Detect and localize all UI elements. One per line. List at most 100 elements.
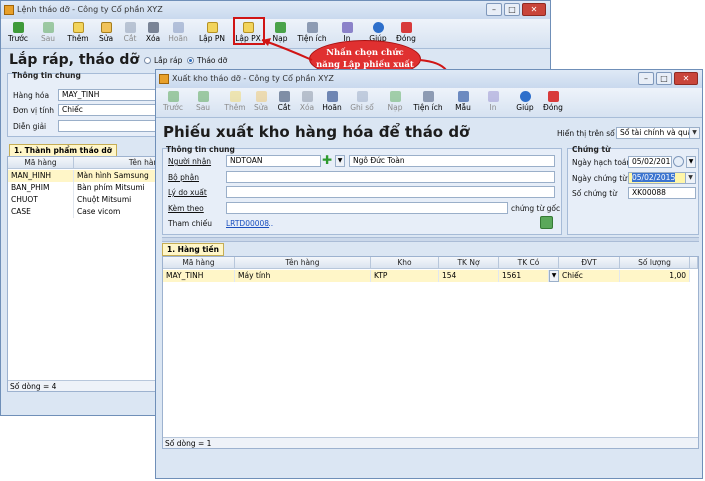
load-button[interactable]: Nạp <box>265 21 295 47</box>
back-window-title: Lệnh tháo dỡ - Công ty Cổ phần XYZ <box>17 5 163 14</box>
radio-assemble[interactable] <box>144 57 151 64</box>
reference-more-link[interactable]: ... <box>266 219 273 228</box>
front-window-titlebar: Xuất kho tháo dỡ - Công ty Cổ phần XYZ –… <box>156 70 702 88</box>
ledger-label: Hiển thị trên sổ <box>557 129 615 138</box>
attach-file-icon[interactable] <box>540 216 553 229</box>
close-button[interactable]: ✕ <box>674 72 698 85</box>
utilities-button[interactable]: Tiện ích <box>297 21 327 47</box>
credit-dropdown[interactable]: ▼ <box>549 270 559 282</box>
col-header-warehouse[interactable]: Kho <box>371 257 439 269</box>
item-field[interactable]: MAY_TINH <box>58 89 163 101</box>
postpone-button[interactable]: Hoãn <box>163 21 193 47</box>
cell-code: CASE <box>8 206 74 218</box>
back-row-count: Số dòng = 4 <box>8 380 166 391</box>
chevron-down-icon[interactable]: ▼ <box>685 173 695 183</box>
help-button[interactable]: Giúp <box>510 90 540 116</box>
back-grid: Mã hàng Tên hàng MAN_HINH Màn hình Samsu… <box>7 156 168 392</box>
prev-button[interactable]: Trước <box>158 90 188 116</box>
attachment-field[interactable] <box>226 202 508 214</box>
calendar-spin-icon[interactable] <box>673 156 684 167</box>
post-ledger-button[interactable]: Ghi sổ <box>347 90 377 116</box>
col-header-code[interactable]: Mã hàng <box>8 157 74 169</box>
cell-name: Bàn phím Mitsumi <box>74 182 168 194</box>
radio-disassemble-label: Tháo dỡ <box>197 56 228 65</box>
add-button[interactable]: Thêm <box>63 21 93 47</box>
tools-icon <box>422 91 434 102</box>
chevron-down-icon[interactable]: ▼ <box>689 128 699 138</box>
add-plus-icon[interactable]: ✚ <box>322 154 334 167</box>
minimize-button[interactable]: – <box>486 3 502 16</box>
add-document-icon <box>72 22 84 33</box>
template-button[interactable]: Mẫu <box>448 90 478 116</box>
ledger-select[interactable]: Sổ tài chính và quản trị ▼ <box>616 127 700 139</box>
receiver-name-field[interactable]: Ngô Đức Toàn <box>349 155 555 167</box>
department-field[interactable] <box>226 171 555 183</box>
tools-icon <box>306 22 318 33</box>
unit-field[interactable]: Chiếc <box>58 104 163 116</box>
prev-button[interactable]: Trước <box>3 21 33 47</box>
col-header-credit[interactable]: TK Có <box>499 257 559 269</box>
next-button[interactable]: Sau <box>33 21 63 47</box>
power-icon <box>547 91 559 102</box>
col-header-code[interactable]: Mã hàng <box>163 257 235 269</box>
back-group-title: Thông tin chung <box>12 71 81 80</box>
cell-quantity: 1,00 <box>620 270 690 282</box>
print-button[interactable]: In <box>478 90 508 116</box>
arrow-left-icon <box>12 22 24 33</box>
post-date-label: Ngày hạch toán <box>572 158 632 167</box>
utilities-button[interactable]: Tiện ích <box>410 90 446 116</box>
description-label: Diễn giải <box>13 122 47 131</box>
maximize-button[interactable]: □ <box>656 72 672 85</box>
col-header-name[interactable]: Tên hàng <box>235 257 371 269</box>
arrow-right-icon <box>197 91 209 102</box>
post-date-dropdown[interactable]: ▼ <box>686 156 696 168</box>
ledger-value: Sổ tài chính và quản trị <box>620 128 700 137</box>
reason-field[interactable] <box>226 186 555 198</box>
reference-link[interactable]: LRTD00008 <box>226 219 269 228</box>
cell-code: MAY_TINH <box>163 270 235 282</box>
cell-code: MAN_HINH <box>8 170 74 182</box>
col-header-debit[interactable]: TK Nợ <box>439 257 499 269</box>
doc-no-field[interactable]: XK00088 <box>628 187 696 199</box>
doc-date-field[interactable]: 05/02/2015 ▼ <box>628 172 696 184</box>
radio-disassemble[interactable] <box>187 57 194 64</box>
table-row[interactable]: BAN_PHIM Bàn phím Mitsumi <box>8 182 168 194</box>
col-header-quantity[interactable]: Số lượng <box>620 257 690 269</box>
next-button[interactable]: Sau <box>188 90 218 116</box>
tab-goods-money[interactable]: 1. Hàng tiền <box>162 243 224 256</box>
create-receipt-button[interactable]: Lập PN <box>197 21 227 47</box>
radio-assemble-label: Lắp ráp <box>154 56 183 65</box>
reference-label: Tham chiếu <box>168 219 212 228</box>
power-icon <box>400 22 412 33</box>
doc-no-label: Số chứng từ <box>572 189 617 198</box>
front-row-count: Số dòng = 1 <box>163 437 698 448</box>
receiver-code-field[interactable]: NDTOAN <box>226 155 321 167</box>
receiver-dropdown[interactable]: ▼ <box>335 155 345 167</box>
printer-icon <box>341 22 353 33</box>
postpone-button[interactable]: Hoãn <box>317 90 347 116</box>
col-header-name[interactable]: Tên hàng <box>74 157 168 169</box>
close-button[interactable]: ✕ <box>522 3 546 16</box>
table-row[interactable]: CHUOT Chuột Mitsumi <box>8 194 168 206</box>
col-header-unit[interactable]: ĐVT <box>559 257 620 269</box>
post-date-field[interactable]: 05/02/2015 <box>628 156 672 168</box>
voucher-group-title: Chứng từ <box>572 145 611 154</box>
table-row[interactable]: MAY_TINH Máy tính KTP 154 1561 ▼ Chiếc 1… <box>163 270 690 282</box>
cell-unit: Chiếc <box>559 270 620 282</box>
splitter[interactable] <box>162 237 699 242</box>
cell-warehouse: KTP <box>371 270 439 282</box>
arrow-left-icon <box>167 91 179 102</box>
table-row[interactable]: CASE Case vicom <box>8 206 168 218</box>
cell-name: Chuột Mitsumi <box>74 194 168 206</box>
close-form-button[interactable]: Đóng <box>538 90 568 116</box>
table-row[interactable]: MAN_HINH Màn hình Samsung <box>8 170 168 182</box>
template-icon <box>457 91 469 102</box>
cell-name: Case vicom <box>74 206 168 218</box>
minimize-button[interactable]: – <box>638 72 654 85</box>
maximize-button[interactable]: □ <box>504 3 520 16</box>
add-document-icon <box>229 91 241 102</box>
description-field[interactable] <box>58 120 163 132</box>
load-button[interactable]: Nạp <box>380 90 410 116</box>
receipt-icon <box>206 22 218 33</box>
receiver-label: Người nhận <box>168 157 212 166</box>
